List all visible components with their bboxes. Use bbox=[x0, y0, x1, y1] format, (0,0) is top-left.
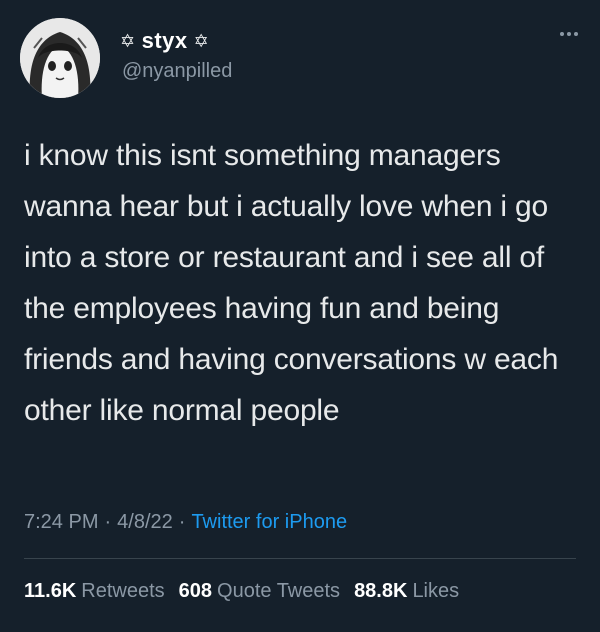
dot bbox=[574, 32, 578, 36]
quote-tweets-count: 608 bbox=[178, 580, 213, 602]
dot bbox=[567, 32, 571, 36]
tweet-text: i know this isnt something managers wann… bbox=[24, 139, 559, 427]
separator: · bbox=[178, 511, 186, 533]
quote-tweets-stat[interactable]: 608 Quote Tweets bbox=[179, 580, 340, 603]
likes-stat[interactable]: 88.8K Likes bbox=[354, 580, 459, 603]
tweet-time[interactable]: 7:24 PM bbox=[24, 511, 98, 534]
display-name-text: styx bbox=[141, 28, 188, 53]
tweet-date[interactable]: 4/8/22 bbox=[117, 511, 173, 534]
more-options-icon[interactable] bbox=[554, 24, 584, 44]
retweets-count: 11.6K bbox=[24, 580, 77, 602]
tweet-source-link[interactable]: Twitter for iPhone bbox=[191, 511, 347, 534]
likes-label: Likes bbox=[412, 580, 460, 602]
anime-girl-avatar-icon bbox=[20, 18, 100, 98]
display-name[interactable]: ✡ styx ✡ bbox=[120, 28, 209, 54]
tweet-meta: 7:24 PM · 4/8/22 · Twitter for iPhone bbox=[24, 511, 347, 534]
likes-count: 88.8K bbox=[354, 580, 408, 602]
tweet-header: ✡ styx ✡ @nyanpilled bbox=[20, 18, 580, 98]
user-handle[interactable]: @nyanpilled bbox=[122, 60, 232, 83]
avatar[interactable] bbox=[20, 18, 100, 98]
divider bbox=[24, 558, 576, 559]
separator: · bbox=[104, 511, 112, 533]
tweet-stats: 11.6K Retweets 608 Quote Tweets 88.8K Likes bbox=[24, 580, 473, 603]
star-decoration-right-icon: ✡ bbox=[193, 30, 210, 51]
retweets-label: Retweets bbox=[81, 580, 165, 602]
star-decoration-left-icon: ✡ bbox=[120, 30, 136, 51]
dot bbox=[560, 32, 564, 36]
quote-tweets-label: Quote Tweets bbox=[217, 580, 341, 602]
retweets-stat[interactable]: 11.6K Retweets bbox=[24, 580, 165, 603]
